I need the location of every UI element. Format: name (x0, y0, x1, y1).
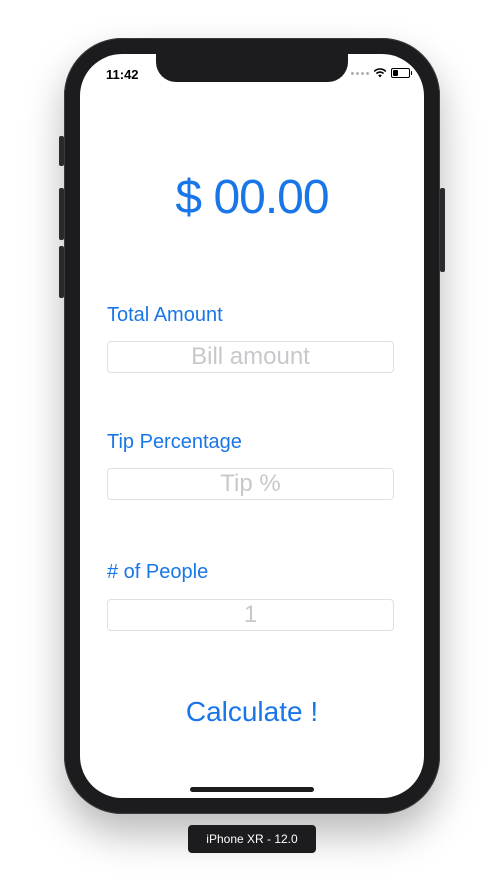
simulator-device-label: iPhone XR - 12.0 (188, 825, 316, 853)
tip-percentage-label: Tip Percentage (107, 431, 242, 453)
status-indicators (351, 68, 412, 78)
notch (156, 54, 348, 82)
wifi-icon (373, 68, 387, 78)
total-amount-label: Total Amount (107, 304, 223, 326)
power-button (440, 188, 445, 272)
tip-result-amount: $ 00.00 (175, 171, 329, 224)
people-count-field[interactable] (107, 599, 394, 631)
volume-down-button (59, 246, 64, 298)
bill-amount-field[interactable] (107, 341, 394, 373)
people-count-input[interactable] (108, 599, 393, 631)
tip-percent-input[interactable] (108, 468, 393, 500)
status-time: 11:42 (106, 67, 139, 82)
people-label: # of People (107, 561, 209, 583)
app-screen: 11:42 $ 00.00 Total Amount Tip Percentag… (80, 54, 424, 798)
bill-amount-input[interactable] (108, 341, 393, 373)
volume-up-button (59, 188, 64, 240)
mute-switch (59, 136, 64, 166)
signal-icon (351, 71, 369, 75)
battery-icon (391, 68, 412, 78)
home-indicator[interactable] (190, 787, 314, 792)
calculate-button[interactable]: Calculate ! (80, 696, 424, 728)
tip-percent-field[interactable] (107, 468, 394, 500)
